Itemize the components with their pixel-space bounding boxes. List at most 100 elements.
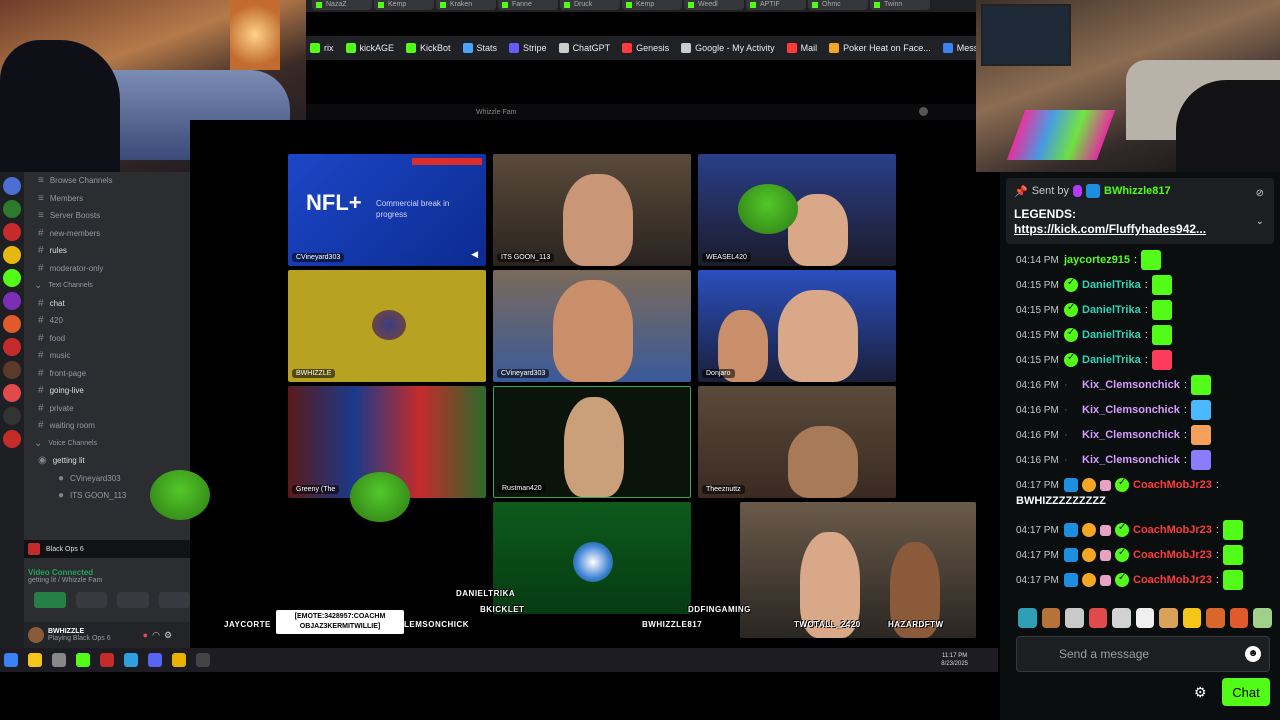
server-icon[interactable] [3,407,21,425]
browser-tab[interactable]: Kraken [436,0,496,10]
message-username[interactable]: CoachMobJr23 [1133,549,1212,561]
emote-icon[interactable] [1112,608,1131,628]
video-tile[interactable]: Theeznuttz [698,386,896,498]
message-username[interactable]: Kix_Clemsonchick [1082,404,1180,416]
channel-item[interactable]: ≡ Server Boosts [24,207,190,225]
avatar[interactable] [28,627,44,643]
message-username[interactable]: DanielTrika [1082,329,1141,341]
bookmark-item[interactable]: rix [310,43,334,53]
emote-icon[interactable] [1229,608,1249,628]
message-username[interactable]: CoachMobJr23 [1133,574,1212,586]
server-icon[interactable] [3,338,21,356]
chat-emote-icon[interactable] [1190,450,1211,470]
server-icon[interactable] [3,361,21,379]
channel-item[interactable]: ◉ getting lit [24,452,190,470]
chat-emote-icon[interactable] [1222,520,1243,540]
browser-tab[interactable]: Fanne [498,0,558,10]
screen-share-button[interactable] [75,592,107,608]
chat-emote-icon[interactable] [1151,300,1172,320]
emote-icon[interactable] [1135,608,1155,628]
video-tile[interactable]: ITS GOON_113 [493,154,691,266]
app-icon[interactable] [124,653,138,667]
channel-item[interactable]: # food [24,330,190,348]
pinned-sender[interactable]: BWhizzle817 [1104,185,1171,197]
video-tile[interactable]: Donjaro [698,270,896,382]
channel-item[interactable]: # chat [24,295,190,313]
emote-icon[interactable] [1018,608,1037,628]
server-icon[interactable] [3,269,21,287]
browser-tab[interactable]: Twinn [870,0,930,10]
app-icon[interactable] [196,653,210,667]
chat-emote-icon[interactable] [1190,425,1211,445]
hide-pin-icon[interactable]: ⊘ [1256,188,1264,199]
server-icon[interactable] [3,384,21,402]
emote-icon[interactable] [1182,608,1202,628]
speaker-icon[interactable]: ◀ [471,249,478,260]
message-username[interactable]: Kix_Clemsonchick [1082,454,1180,466]
message-username[interactable]: jaycortez915 [1064,254,1130,266]
message-username[interactable]: DanielTrika [1082,354,1141,366]
taskbar-clock[interactable]: 11:17 PM 8/23/2025 [941,652,968,668]
emote-icon[interactable] [1159,608,1178,628]
bookmark-item[interactable]: ChatGPT [558,43,610,53]
channel-category[interactable]: ⌄ Voice Channels [24,435,190,453]
emote-icon[interactable] [1088,608,1108,628]
chat-emote-icon[interactable] [1151,350,1172,370]
start-icon[interactable] [4,653,18,667]
camera-button[interactable] [34,592,66,608]
emoji-icon[interactable]: ☻ [1245,646,1261,662]
soundboard-button[interactable] [158,592,190,608]
browser-tab[interactable]: Kemp [622,0,682,10]
server-icon[interactable] [3,246,21,264]
chat-message-input[interactable] [1059,647,1259,661]
chrome-icon[interactable] [172,653,186,667]
app-icon[interactable] [100,653,114,667]
bookmark-item[interactable]: Mail [786,43,817,53]
channel-item[interactable]: ≡ Browse Channels [24,172,190,190]
server-icon[interactable] [3,177,21,195]
chevron-down-icon[interactable]: ⌄ [1256,216,1264,227]
channel-item[interactable]: # going-live [24,382,190,400]
chat-emote-icon[interactable] [1190,400,1211,420]
message-username[interactable]: Kix_Clemsonchick [1082,379,1180,391]
gear-icon[interactable]: ⚙ [1194,684,1207,701]
video-tile[interactable]: CVineyard303 [493,270,691,382]
server-icon[interactable] [3,200,21,218]
browser-tab[interactable]: NazaZ [312,0,372,10]
gear-icon[interactable]: ⚙ [164,630,172,641]
video-tile[interactable]: BWHIZZLE [288,270,486,382]
channel-item[interactable]: # music [24,347,190,365]
bookmark-item[interactable]: Genesis [622,43,669,53]
message-username[interactable]: DanielTrika [1082,279,1141,291]
message-username[interactable]: Kix_Clemsonchick [1082,429,1180,441]
video-tile[interactable]: WEASEL420 [698,154,896,266]
folder-icon[interactable] [28,653,42,667]
chat-emote-icon[interactable] [1151,275,1172,295]
video-tile[interactable] [493,502,691,614]
send-chat-button[interactable]: Chat [1222,678,1270,706]
bookmark-item[interactable]: Poker Heat on Face... [829,43,931,53]
bookmark-item[interactable]: kickAGE [345,43,394,53]
channel-item[interactable]: # new-members [24,225,190,243]
mic-mute-icon[interactable]: ● [143,630,148,640]
app-icon[interactable] [52,653,66,667]
video-tile[interactable]: NFL+ Commercial break in progress CViney… [288,154,486,266]
bookmark-item[interactable]: Stats [462,43,497,53]
browser-tab[interactable]: APTIF [746,0,806,10]
emote-icon[interactable] [1065,608,1084,628]
channel-item[interactable]: # private [24,400,190,418]
pinned-link[interactable]: https://kick.com/Fluffyhades942... [1014,222,1266,236]
message-username[interactable]: DanielTrika [1082,304,1141,316]
kick-icon[interactable] [76,653,90,667]
channel-item[interactable]: # rules [24,242,190,260]
channel-item[interactable]: # moderator-only [24,260,190,278]
bookmark-item[interactable]: KickBot [406,43,451,53]
chat-emote-icon[interactable] [1190,375,1211,395]
channel-item[interactable]: # waiting room [24,417,190,435]
server-icon[interactable] [3,430,21,448]
video-tile[interactable]: Rustman420 [493,386,691,498]
bookmark-item[interactable]: Messeng [942,43,976,53]
browser-tab[interactable]: Druck [560,0,620,10]
browser-tab[interactable]: Weedl [684,0,744,10]
discord-icon[interactable] [148,653,162,667]
